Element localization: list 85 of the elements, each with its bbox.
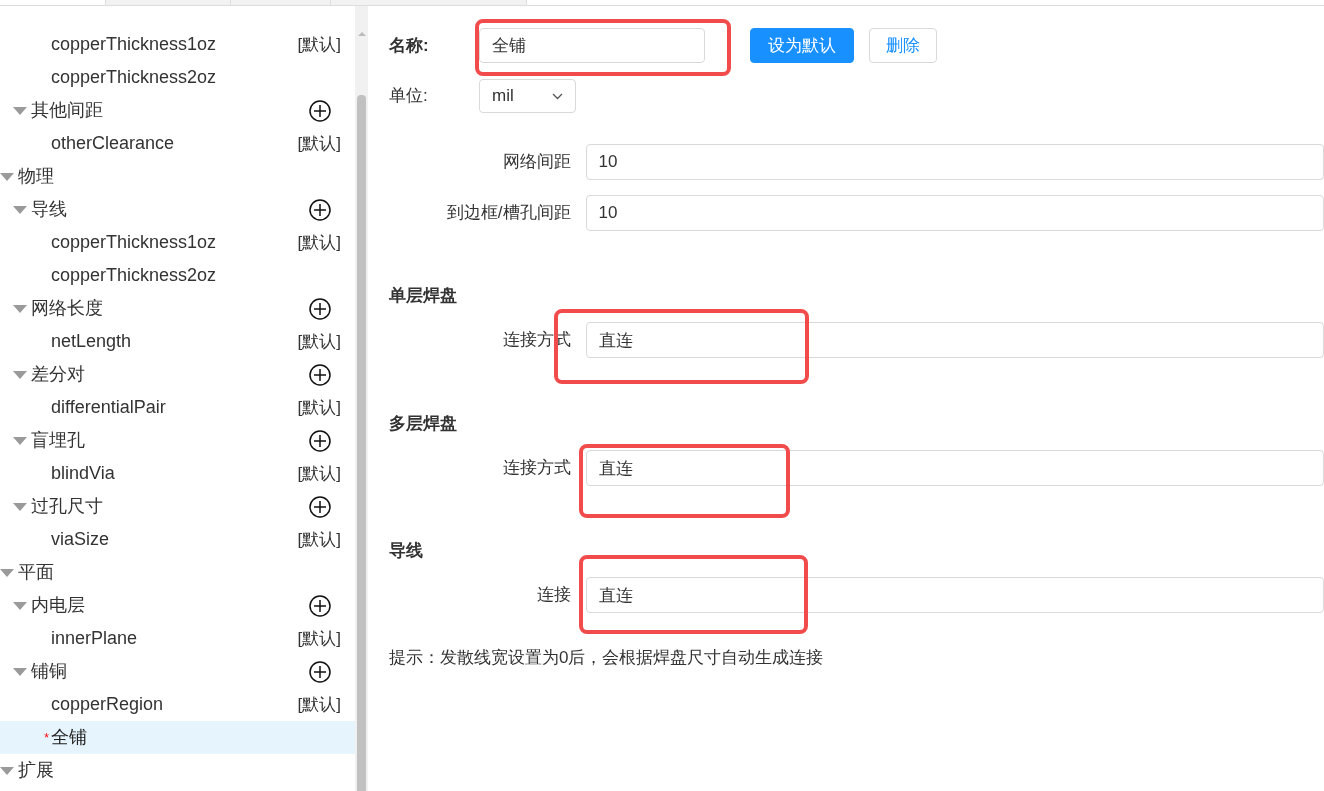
hint-text: 提示：发散线宽设置为0后，会根据焊盘尺寸自动生成连接 <box>389 647 825 669</box>
field-label: 到边框/槽孔间距 <box>445 202 572 225</box>
tree-item[interactable]: copperThickness2oz <box>0 259 355 292</box>
add-icon[interactable] <box>309 660 331 683</box>
add-icon[interactable] <box>309 297 331 320</box>
tree-group-label[interactable]: 差分对 <box>31 361 309 388</box>
section-title: 单层焊盘 <box>389 286 458 306</box>
tree-item[interactable]: differentialPair [默认] <box>0 391 355 424</box>
add-icon[interactable] <box>309 363 331 386</box>
connection-input[interactable]: 直连 <box>585 450 1324 486</box>
add-icon[interactable] <box>309 594 331 617</box>
field-label: 网络间距 <box>501 151 572 174</box>
caret-icon[interactable] <box>13 370 27 379</box>
add-icon[interactable] <box>309 495 331 518</box>
tree-item[interactable]: copperThickness2oz <box>0 61 355 94</box>
default-tag: [默认] <box>297 460 341 487</box>
add-icon[interactable] <box>309 198 331 221</box>
unit-label: 单位: <box>389 85 429 108</box>
default-tag: [默认] <box>297 130 341 157</box>
tree-item-label: copperRegion <box>51 693 165 716</box>
tree-item[interactable]: innerPlane [默认] <box>0 622 355 655</box>
caret-icon[interactable] <box>0 172 14 181</box>
tree-item-label: copperThickness1oz <box>51 231 218 254</box>
tree-group-label[interactable]: 平面 <box>18 559 331 586</box>
caret-icon[interactable] <box>13 667 27 676</box>
field-label: 连接 <box>535 584 572 607</box>
tree-item[interactable]: netLength [默认] <box>0 325 355 358</box>
tree-item[interactable]: otherClearance [默认] <box>0 127 355 160</box>
default-tag: [默认] <box>297 394 341 421</box>
tree-item-label: otherClearance <box>51 132 176 155</box>
default-tag: [默认] <box>297 526 341 553</box>
scroll-up-icon[interactable] <box>358 32 366 36</box>
caret-icon[interactable] <box>13 205 27 214</box>
scrollbar-thumb[interactable] <box>357 95 366 791</box>
tree-item[interactable]: *全铺 <box>0 721 355 754</box>
tree-group-label[interactable]: 内电层 <box>31 592 309 619</box>
unit-select[interactable]: mil <box>479 79 576 113</box>
tree-item[interactable]: copperThickness1oz [默认] <box>0 28 355 61</box>
tree-item-label: copperThickness1oz <box>51 33 218 56</box>
tree-group-label[interactable]: 网络长度 <box>31 295 309 322</box>
add-icon[interactable] <box>309 429 331 452</box>
tree-item-label: innerPlane <box>51 627 139 650</box>
caret-icon[interactable] <box>0 766 14 775</box>
connection-input[interactable]: 直连 <box>585 577 1324 613</box>
section-title: 导线 <box>389 541 424 561</box>
tree-item[interactable]: copperThickness1oz [默认] <box>0 226 355 259</box>
default-tag: [默认] <box>297 691 341 718</box>
connection-input[interactable]: 直连 <box>585 322 1324 358</box>
tree-group-label[interactable]: 导线 <box>31 196 309 223</box>
name-input[interactable]: 全铺 <box>479 28 705 63</box>
section-title: 多层焊盘 <box>389 414 458 434</box>
clearance-input[interactable]: 10 <box>585 144 1324 180</box>
tree-item-label: copperThickness2oz <box>51 264 218 287</box>
default-tag: [默认] <box>297 328 341 355</box>
field-label: 连接方式 <box>501 457 572 480</box>
tree-item-label: copperThickness2oz <box>51 66 218 89</box>
tree-item[interactable]: blindVia [默认] <box>0 457 355 490</box>
tree-item-label: blindVia <box>51 462 116 485</box>
tree-group-label[interactable]: 盲埋孔 <box>31 427 309 454</box>
tree-item[interactable]: viaSize [默认] <box>0 523 355 556</box>
name-label: 名称: <box>389 34 430 57</box>
modified-mark: * <box>44 731 49 744</box>
caret-icon[interactable] <box>13 436 27 445</box>
caret-icon[interactable] <box>13 106 27 115</box>
default-tag: [默认] <box>297 229 341 256</box>
tree-group-label[interactable]: 过孔尺寸 <box>31 493 309 520</box>
chevron-down-icon <box>552 92 563 100</box>
tree-item-label: viaSize <box>51 528 111 551</box>
tree-group-label[interactable]: 扩展 <box>18 757 331 784</box>
clearance-input[interactable]: 10 <box>585 195 1324 231</box>
tree-item-label: differentialPair <box>51 396 167 419</box>
tree-item-label: 全铺 <box>51 726 88 749</box>
scrollbar[interactable] <box>355 6 368 791</box>
tree-group-label[interactable]: 物理 <box>18 163 331 190</box>
add-icon[interactable] <box>309 99 331 122</box>
caret-icon[interactable] <box>13 304 27 313</box>
tree-group-label[interactable]: 铺铜 <box>31 658 309 685</box>
tree-item[interactable]: copperRegion [默认] <box>0 688 355 721</box>
tree-item-label: netLength <box>51 330 133 353</box>
default-tag: [默认] <box>297 31 341 58</box>
tree-group-label[interactable]: 其他间距 <box>31 97 309 124</box>
caret-icon[interactable] <box>0 568 14 577</box>
default-tag: [默认] <box>297 625 341 652</box>
caret-icon[interactable] <box>13 601 27 610</box>
caret-icon[interactable] <box>13 502 27 511</box>
